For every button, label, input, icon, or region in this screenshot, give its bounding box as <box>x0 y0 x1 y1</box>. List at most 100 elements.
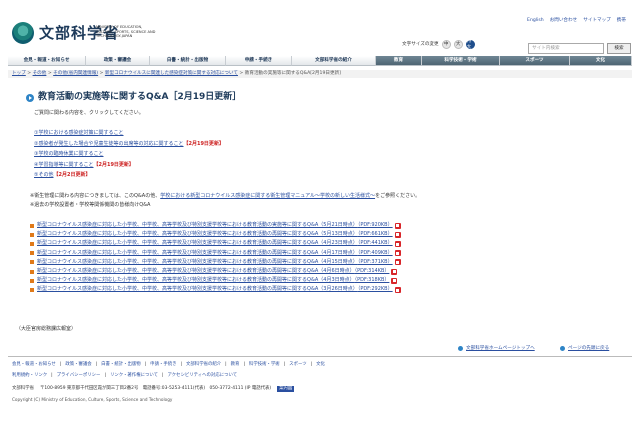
breadcrumb: トップ > その他 > その他(省内関連情報) > 新型コロナウイルスに関連した… <box>8 70 632 78</box>
nav-item-policy[interactable]: 政策・審議会 <box>86 56 150 66</box>
footer-link[interactable]: 会見・報道・お知らせ <box>12 362 56 368</box>
topic-list: ①学校における感染症対策に関すること ②感染者が発生した場合や児童生徒等の出席等… <box>34 128 224 181</box>
breadcrumb-covid[interactable]: 新型コロナウイルスに関連した感染症対策に関する対応について <box>105 71 238 77</box>
footer-terms-link[interactable]: 利用規約・リンク <box>12 373 47 379</box>
breadcrumb-other-internal[interactable]: その他(省内関連情報) <box>53 71 98 77</box>
util-link-mobile[interactable]: 携帯 <box>617 18 626 24</box>
orange-bullet-icon <box>30 223 34 228</box>
util-link-english[interactable]: English <box>527 18 544 24</box>
footer-link[interactable]: 白書・統計・出版物 <box>101 362 141 368</box>
topic-update-tag: 【2月19日更新】 <box>93 161 134 168</box>
pdf-icon <box>394 250 401 257</box>
hygiene-manual-link[interactable]: 学校における新型コロナウイルス感染症に関する衛生管理マニュアル〜学校の新しい生活… <box>160 193 375 199</box>
page-title: 教育活動の実施等に関するQ&A［2月19日更新］ <box>26 92 241 103</box>
pdf-list-item: 新型コロナウイルス感染症に対応した小学校、中学校、高等学校及び特別支援学校等にお… <box>30 249 401 258</box>
search-button[interactable]: 検索 <box>607 43 631 54</box>
font-size-controls: 文字サイズの変更 中 大 特大 <box>402 39 475 50</box>
page: 文部科学省 MINISTRY OF EDUCATION, CULTURE, SP… <box>0 0 640 426</box>
pdf-link[interactable]: 新型コロナウイルス感染症に対応した小学校、中学校、高等学校及び特別支援学校等にお… <box>37 249 393 258</box>
pdf-list-item: 新型コロナウイルス感染症に対応した小学校、中学校、高等学校及び特別支援学校等にお… <box>30 276 401 285</box>
utility-links: English お問い合わせ サイトマップ 携帯 <box>527 18 626 24</box>
topic-item: ②感染者が発生した場合や児童生徒等の出席等の対応に関すること【2月19日更新】 <box>34 139 224 150</box>
pdf-icon <box>394 222 401 229</box>
footer-divider <box>8 356 632 357</box>
footer-home-link-wrap: 文部科学省ホームページトップへ <box>458 346 535 352</box>
footer-link[interactable]: 教育 <box>231 362 240 368</box>
topic-link-learning[interactable]: ④学習指導等に関すること <box>34 162 93 168</box>
breadcrumb-current: 教育活動の実施等に関するQ&A[2月19日更新] <box>244 71 341 77</box>
footer-nav: 会見・報道・お知らせ | 政策・審議会 | 白書・統計・出版物 | 申請・手続き | 文… <box>12 362 325 368</box>
nav-item-culture[interactable]: 文化 <box>570 56 632 66</box>
map-link[interactable]: 案内図 <box>277 386 295 392</box>
footer-link[interactable]: 政策・審議会 <box>65 362 91 368</box>
arrow-circle-icon <box>458 346 463 352</box>
pdf-link[interactable]: 新型コロナウイルス感染症に対応した小学校、中学校、高等学校及び特別支援学校等にお… <box>37 267 389 276</box>
pdf-link[interactable]: 新型コロナウイルス感染症に対応した小学校、中学校、高等学校及び特別支援学校等にお… <box>37 230 393 239</box>
orange-bullet-icon <box>30 251 34 256</box>
breadcrumb-other[interactable]: その他 <box>33 71 47 77</box>
pdf-link[interactable]: 新型コロナウイルス感染症に対応した小学校、中学校、高等学校及び特別支援学校等にお… <box>37 258 393 267</box>
orange-bullet-icon <box>30 288 34 293</box>
footer-home-link[interactable]: 文部科学省ホームページトップへ <box>466 346 535 352</box>
pdf-link[interactable]: 新型コロナウイルス感染症に対応した小学校、中学校、高等学校及び特別支援学校等にお… <box>37 221 393 230</box>
footer-link[interactable]: 申請・手続き <box>150 362 176 368</box>
footer-link[interactable]: スポーツ <box>289 362 306 368</box>
nav-item-about[interactable]: 文部科学省の紹介 <box>292 56 376 66</box>
footer-link[interactable]: 科学技術・学術 <box>249 362 280 368</box>
pdf-icon <box>391 268 398 275</box>
nav-item-press[interactable]: 会見・報道・お知らせ <box>8 56 86 66</box>
topic-item: ⑤その他【2月2日更新】 <box>34 170 224 181</box>
footer-accessibility-link[interactable]: アクセシビリティへの対応について <box>168 373 238 379</box>
topic-item: ④学習指導等に関すること【2月19日更新】 <box>34 160 224 171</box>
pdf-list-item: 新型コロナウイルス感染症に対応した小学校、中学校、高等学校及び特別支援学校等にお… <box>30 221 401 230</box>
pdf-link[interactable]: 新型コロナウイルス感染症に対応した小学校、中学校、高等学校及び特別支援学校等にお… <box>37 276 389 285</box>
pdf-link[interactable]: 新型コロナウイルス感染症に対応した小学校、中学校、高等学校及び特別支援学校等にお… <box>37 285 393 294</box>
font-size-large-button[interactable]: 大 <box>453 40 463 49</box>
topic-link-closure[interactable]: ③学校の臨時休業に関すること <box>34 151 103 157</box>
footer-privacy-link[interactable]: プライバシーポリシー <box>57 373 101 379</box>
topic-link-other[interactable]: ⑤その他 <box>34 172 53 178</box>
intro-text: ご質問に関わる内容を、クリックしてください。 <box>34 110 144 116</box>
topic-update-tag: 【2月2日更新】 <box>53 172 91 178</box>
topic-link-infection-control[interactable]: ①学校における感染症対策に関すること <box>34 130 124 136</box>
past-qa-note: ※過去の学校設置者・学校等関係機関の皆様向けQ&A <box>30 202 151 208</box>
util-link-contact[interactable]: お問い合わせ <box>550 18 578 24</box>
font-size-xlarge-button[interactable]: 特大 <box>465 39 475 50</box>
orange-bullet-icon <box>30 278 34 283</box>
hygiene-note: ※衛生管理に関わる内容につきましては、このQ&Aの他、学校における新型コロナウイ… <box>30 193 420 199</box>
ministry-logo-icon[interactable] <box>12 22 34 44</box>
nav-item-whitepaper[interactable]: 白書・統計・出版物 <box>150 56 226 66</box>
nav-item-application[interactable]: 申請・手続き <box>226 56 292 66</box>
footer-link[interactable]: 文部科学省の紹介 <box>186 362 221 368</box>
util-link-sitemap[interactable]: サイトマップ <box>583 18 611 24</box>
topic-link-infected-cases[interactable]: ②感染者が発生した場合や児童生徒等の出席等の対応に関すること <box>34 141 184 147</box>
footer-policy-links: 利用規約・リンク | プライバシーポリシー | リンク・著作権について | アクセシビ… <box>12 373 238 379</box>
font-size-medium-button[interactable]: 中 <box>441 40 451 49</box>
topic-item: ①学校における感染症対策に関すること <box>34 128 224 139</box>
font-size-label: 文字サイズの変更 <box>402 41 439 47</box>
pdf-link[interactable]: 新型コロナウイルス感染症に対応した小学校、中学校、高等学校及び特別支援学校等にお… <box>37 239 393 248</box>
hygiene-note-pre: ※衛生管理に関わる内容につきましては、このQ&Aの他、 <box>30 193 161 199</box>
breadcrumb-top[interactable]: トップ <box>12 71 26 77</box>
orange-bullet-icon <box>30 232 34 237</box>
header: 文部科学省 MINISTRY OF EDUCATION, CULTURE, SP… <box>8 10 632 54</box>
site-search-input[interactable]: サイト内検索 <box>528 43 604 54</box>
pdf-icon <box>394 231 401 238</box>
footer-link[interactable]: 文化 <box>316 362 325 368</box>
topic-item: ③学校の臨時休業に関すること <box>34 149 224 160</box>
back-to-top-link[interactable]: ページの先頭に戻る <box>568 346 609 352</box>
footer-address: 文部科学省 〒100-8959 東京都千代田区霞が関三丁目2番2号 電話番号:0… <box>12 386 295 392</box>
orange-bullet-icon <box>30 269 34 274</box>
footer-copyright-link[interactable]: リンク・著作権について <box>110 373 158 379</box>
copyright: Copyright (C) Ministry of Education, Cul… <box>12 397 173 402</box>
hygiene-note-post: をご参照ください。 <box>375 193 421 199</box>
footer-org-name: 文部科学省 <box>12 386 34 391</box>
nav-item-science[interactable]: 科学技術・学術 <box>422 56 500 66</box>
pdf-icon <box>394 259 401 266</box>
global-nav: 会見・報道・お知らせ 政策・審議会 白書・統計・出版物 申請・手続き 文部科学省… <box>8 56 632 66</box>
nav-item-sports[interactable]: スポーツ <box>500 56 570 66</box>
contact-department: （大臣官房総務課広報室） <box>16 326 77 332</box>
pdf-list-item: 新型コロナウイルス感染症に対応した小学校、中学校、高等学校及び特別支援学校等にお… <box>30 239 401 248</box>
nav-item-education[interactable]: 教育 <box>376 56 422 66</box>
arrow-up-circle-icon <box>560 346 565 352</box>
